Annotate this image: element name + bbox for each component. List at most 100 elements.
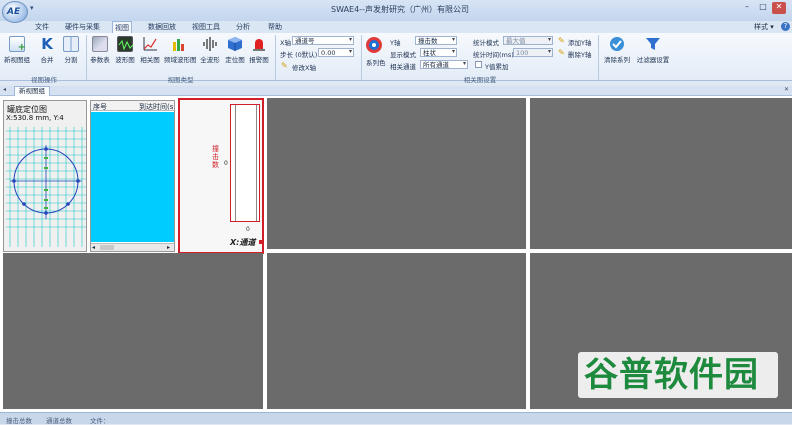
group-label-view-ops: 视图操作 [31,76,57,84]
add-y-icon: ✎ [558,36,565,45]
x-axis-combo[interactable]: 通道号 [292,36,354,45]
minimize-button[interactable]: – [740,2,754,14]
correlation-x-tick: 0 [246,226,250,233]
merge-button[interactable]: K 合并 [36,36,58,64]
step-input[interactable]: 0.00 [318,48,354,57]
location-grid [6,127,86,247]
filter-settings-button[interactable]: 过滤器设置 [633,36,673,64]
freq-waveform-icon [171,36,187,52]
correlation-label: 相关图 [140,56,160,64]
display-mode-label: 显示模式 [390,51,416,59]
style-menu[interactable]: 样式 ▾ [754,22,774,32]
tab-scroll-left-icon[interactable]: ◂ [3,86,6,93]
y-axis-label: Y轴 [390,39,401,47]
tab-help[interactable]: 帮助 [266,21,284,33]
param-table-body [91,112,174,242]
full-waveform-button[interactable]: 全波形 [199,36,221,64]
filter-funnel-icon [645,36,661,52]
group-label-view-types: 视图类型 [167,76,194,84]
app-logo: AE [7,7,21,17]
y-overlay-checkbox[interactable] [475,61,482,68]
display-mode-combo[interactable]: 柱状 [420,48,457,57]
param-table-icon [92,36,108,52]
location-button[interactable]: 定位图 [224,36,246,64]
tab-view-tools[interactable]: 视图工具 [190,21,222,33]
correlation-plot-area [235,105,257,221]
doc-tab-new-view-group[interactable]: 新视图组 [14,86,50,96]
window-title: SWAE4--声发射研究（广州）有限公司 [331,5,469,14]
quick-access-toolbar[interactable]: ▾ [30,4,34,12]
alarm-label: 报警图 [249,56,269,64]
corr-channel-label: 相关通道 [390,63,416,71]
help-icon[interactable]: ? [781,22,790,31]
freq-waveform-label: 频域波形图 [164,56,197,64]
freq-waveform-button[interactable]: 频域波形图 [164,36,197,64]
empty-view-panel[interactable] [267,253,526,409]
y-axis-combo[interactable]: 撞击数 [415,36,457,45]
new-view-group-label: 新视图组 [4,56,30,64]
tab-hardware[interactable]: 硬件与采集 [63,21,102,33]
empty-view-panel[interactable] [530,98,792,249]
correlation-icon [142,36,158,52]
app-menu-button[interactable]: AE [2,1,28,23]
x-axis-label: X轴 [280,39,291,47]
tab-close-icon[interactable]: ✕ [784,86,789,93]
delete-y-button[interactable]: 删除Y轴 [568,49,591,59]
correlation-button[interactable]: 相关图 [139,36,161,64]
close-button[interactable]: ✕ [772,2,786,14]
tab-file[interactable]: 文件 [33,21,51,33]
param-table-button[interactable]: 参数表 [89,36,111,64]
merge-icon: K [41,35,53,53]
param-table-label: 参数表 [90,56,110,64]
add-y-button[interactable]: 添加Y轴 [568,37,591,47]
correlation-view-panel[interactable]: 撞击数 0 0 X:通道 [178,98,264,254]
resize-handle[interactable] [259,240,263,244]
merge-label: 合并 [40,56,54,64]
document-tab-bar [0,86,792,96]
new-view-group-icon: + [9,36,26,53]
clear-series-button[interactable]: 清除系列 [601,36,633,64]
correlation-y-title: 撞击数 [212,145,219,169]
scroll-left-icon[interactable]: ◂ [92,244,95,251]
param-col-arrival[interactable]: 到达时间(s [139,102,174,112]
location-view-panel[interactable]: 罐底定位图 X:530.8 mm, Y:4 [3,100,87,252]
location-cube-icon [227,36,243,52]
stat-time-label: 统计时间(ms) [473,51,514,59]
tab-view[interactable]: 视图 [112,21,132,33]
empty-view-panel[interactable] [3,253,263,409]
maximize-button[interactable]: □ [756,2,770,14]
full-waveform-icon [202,36,218,52]
corr-channel-combo[interactable]: 所有通道 [420,60,468,69]
alarm-button[interactable]: 报警图 [248,36,270,64]
split-icon [63,36,79,52]
waveform-button[interactable]: 波形图 [114,36,136,64]
split-button[interactable]: 分割 [60,36,82,64]
modify-x-icon: ✎ [281,61,288,70]
series-color-label: 系列色 [366,59,386,67]
waveform-icon [117,36,134,52]
empty-view-panel[interactable] [267,98,526,249]
group-label-corr: 相关图设置 [463,76,497,84]
status-bar: 撞击总数 通道总数 文件： [0,412,792,425]
split-label: 分割 [64,56,78,64]
series-color-icon[interactable] [365,36,383,54]
tab-playback[interactable]: 数据回放 [146,21,178,33]
ribbon-separator [275,35,276,80]
stat-mode-combo[interactable]: 最大值 [503,36,553,45]
stat-time-input[interactable]: 100 [513,48,553,57]
y-overlay-label: Y值累加 [485,63,509,71]
horizontal-scrollbar[interactable]: ◂ ▸ [91,243,174,251]
scroll-thumb[interactable] [100,245,114,250]
scroll-right-icon[interactable]: ▸ [167,244,170,251]
correlation-plot-frame [230,104,260,222]
filter-settings-label: 过滤器设置 [636,56,670,64]
modify-x-button[interactable]: 修改X轴 [292,62,316,72]
waveform-label: 波形图 [115,56,135,64]
correlation-x-title: X:通道 [230,238,256,247]
step-label: 步长 (0默认) [280,51,318,59]
param-col-index[interactable]: 序号 [93,102,107,112]
param-table-panel[interactable]: 序号 到达时间(s ◂ ▸ [90,100,175,252]
tab-analysis[interactable]: 分析 [234,21,252,33]
ribbon-separator [86,35,87,80]
new-view-group-button[interactable]: + 新视图组 [4,36,30,64]
